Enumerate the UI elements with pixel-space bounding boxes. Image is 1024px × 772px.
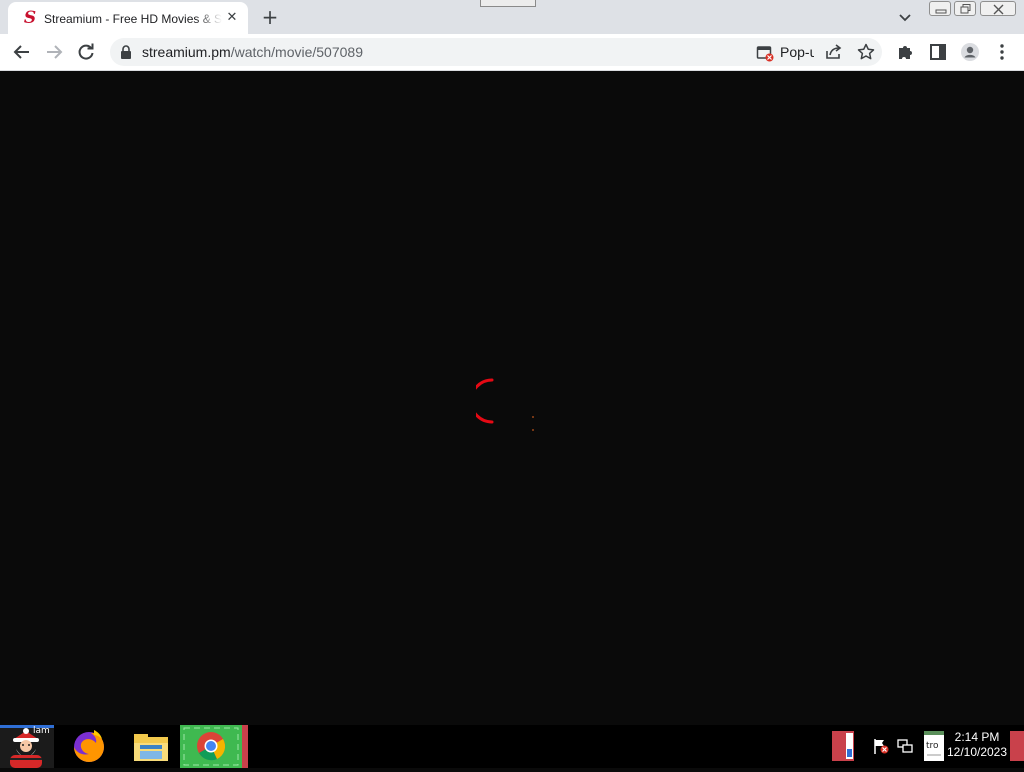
window-close-button[interactable]	[980, 1, 1016, 16]
back-icon	[13, 45, 29, 59]
popup-blocked-indicator[interactable]: Pop-up blocked	[754, 42, 814, 62]
tray-network[interactable]	[896, 737, 914, 755]
taskbar-file-explorer[interactable]	[126, 725, 176, 768]
browser-toolbar: streamium.pm/watch/movie/507089 Pop-up b…	[0, 34, 1024, 71]
url-host: streamium.pm	[142, 44, 231, 60]
lock-icon[interactable]	[120, 45, 132, 59]
forward-icon	[47, 45, 63, 59]
address-bar[interactable]: streamium.pm/watch/movie/507089 Pop-up b…	[110, 38, 882, 66]
extensions-button[interactable]	[896, 42, 916, 62]
taskbar-chrome-active[interactable]	[180, 725, 248, 768]
browser-tab-active[interactable]: S Streamium - Free HD Movies & Shows ✕	[8, 2, 248, 34]
tray-overlay-text: tro	[926, 741, 939, 751]
tray-app-button[interactable]	[832, 731, 854, 761]
loading-spinner-icon	[476, 378, 534, 431]
start-button[interactable]: lam	[0, 725, 54, 768]
taskbar-clock[interactable]: 2:14 PM 12/10/2023	[946, 730, 1008, 760]
forward-button[interactable]	[44, 42, 64, 62]
tray-app-icon	[832, 731, 854, 761]
reload-icon	[78, 43, 94, 60]
profile-icon	[961, 43, 979, 61]
restore-icon	[960, 4, 971, 14]
santa-start-icon: lam	[0, 725, 54, 768]
chrome-icon	[180, 725, 248, 768]
show-desktop-button[interactable]	[1010, 731, 1024, 761]
streamium-favicon-icon: S	[23, 8, 37, 28]
extensions-icon	[899, 46, 912, 59]
new-tab-button[interactable]: +	[258, 6, 282, 28]
network-icon	[897, 739, 913, 753]
clock-date: 12/10/2023	[946, 745, 1008, 759]
window-restore-button[interactable]	[954, 1, 976, 16]
tab-close-button[interactable]: ✕	[224, 9, 240, 27]
side-panel-button[interactable]	[928, 42, 948, 62]
video-player-area[interactable]	[0, 71, 1024, 725]
window-drag-handle[interactable]	[480, 0, 536, 7]
reload-button[interactable]	[76, 42, 96, 62]
url-text[interactable]: streamium.pm/watch/movie/507089	[142, 43, 363, 61]
bookmark-button[interactable]	[856, 42, 876, 62]
start-overlay-text: lam	[33, 726, 50, 736]
tray-notepad[interactable]: tro	[922, 731, 946, 761]
taskbar-firefox[interactable]	[64, 725, 114, 768]
url-path: /watch/movie/507089	[230, 44, 363, 60]
tab-search-button[interactable]	[896, 8, 914, 26]
firefox-icon	[74, 730, 104, 762]
popup-blocked-icon	[756, 46, 774, 62]
window-minimize-button[interactable]	[929, 1, 951, 16]
clock-time: 2:14 PM	[954, 730, 1000, 744]
minimize-icon	[935, 9, 947, 14]
share-icon	[826, 44, 842, 59]
tab-title: Streamium - Free HD Movies & Shows	[44, 12, 222, 26]
close-icon	[993, 4, 1004, 15]
show-desktop-icon	[1010, 731, 1024, 761]
notepad-icon: tro	[924, 731, 944, 761]
flag-alert-icon	[874, 739, 889, 754]
back-button[interactable]	[12, 42, 32, 62]
tray-action-center[interactable]	[872, 737, 890, 755]
tab-strip: S Streamium - Free HD Movies & Shows ✕ +	[0, 0, 1024, 34]
file-explorer-icon	[134, 734, 168, 761]
share-button[interactable]	[824, 42, 844, 62]
browser-menu-button[interactable]	[992, 42, 1012, 62]
bookmark-star-icon	[857, 43, 875, 60]
menu-icon	[1000, 44, 1004, 60]
os-taskbar: lam tro 2:14 PM 12/10/2023	[0, 725, 1024, 768]
side-panel-icon	[930, 44, 946, 60]
chevron-down-icon	[899, 14, 911, 22]
popup-blocked-label: Pop-up blocked	[780, 44, 814, 60]
profile-button[interactable]	[960, 42, 980, 62]
